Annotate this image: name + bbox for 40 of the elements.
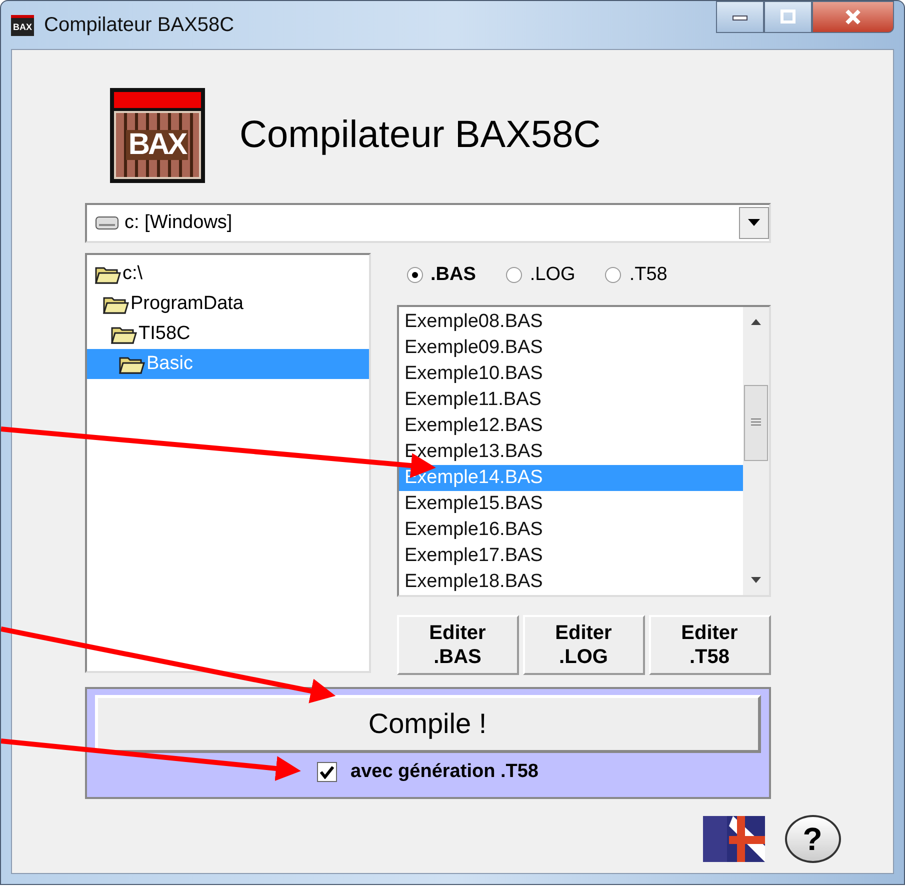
- file-item[interactable]: Exemple08.BAS: [398, 309, 742, 335]
- file-item[interactable]: Exemple16.BAS: [398, 517, 742, 543]
- checkbox-label: avec génération .T58: [350, 761, 538, 783]
- file-item[interactable]: Exemple11.BAS: [398, 387, 742, 413]
- grip-icon: [750, 418, 760, 428]
- filter-radio[interactable]: .T58: [605, 264, 668, 286]
- edit-button[interactable]: Editer .BAS: [396, 615, 518, 675]
- folder-item[interactable]: c:\: [86, 259, 368, 289]
- scrollbar[interactable]: [742, 307, 768, 595]
- scroll-up-icon[interactable]: [750, 319, 760, 325]
- drive-dropdown[interactable]: c: [Windows]: [84, 203, 770, 243]
- folder-item[interactable]: TI58C: [86, 319, 368, 349]
- minimize-button[interactable]: [716, 1, 764, 33]
- maximize-button[interactable]: [764, 1, 812, 33]
- app-icon: BAX: [11, 14, 34, 36]
- close-icon: [843, 9, 863, 25]
- logo-icon: BAX: [110, 88, 204, 183]
- drive-icon: [94, 216, 118, 230]
- maximize-icon: [779, 9, 797, 25]
- filter-radio[interactable]: .BAS: [406, 264, 476, 286]
- folder-item[interactable]: ProgramData: [86, 289, 368, 319]
- file-item[interactable]: Exemple13.BAS: [398, 439, 742, 465]
- file-item[interactable]: Exemple18.BAS: [398, 569, 742, 595]
- scroll-down-icon[interactable]: [750, 577, 760, 583]
- generation-checkbox[interactable]: [316, 762, 337, 782]
- file-item[interactable]: Exemple12.BAS: [398, 413, 742, 439]
- close-button[interactable]: [812, 1, 894, 33]
- file-item[interactable]: Exemple17.BAS: [398, 543, 742, 569]
- file-item[interactable]: Exemple15.BAS: [398, 491, 742, 517]
- file-item[interactable]: Exemple09.BAS: [398, 335, 742, 361]
- edit-button[interactable]: Editer .T58: [648, 615, 770, 675]
- file-item[interactable]: Exemple10.BAS: [398, 361, 742, 387]
- app-title: Compilateur BAX58C: [240, 114, 601, 157]
- window-title: Compilateur BAX58C: [44, 14, 234, 36]
- compile-button[interactable]: Compile !: [94, 695, 760, 753]
- flag-icon[interactable]: [702, 816, 764, 862]
- filter-radio[interactable]: .LOG: [506, 264, 576, 286]
- minimize-icon: [731, 13, 749, 21]
- help-button[interactable]: ?: [784, 815, 840, 863]
- edit-button[interactable]: Editer .LOG: [522, 615, 644, 675]
